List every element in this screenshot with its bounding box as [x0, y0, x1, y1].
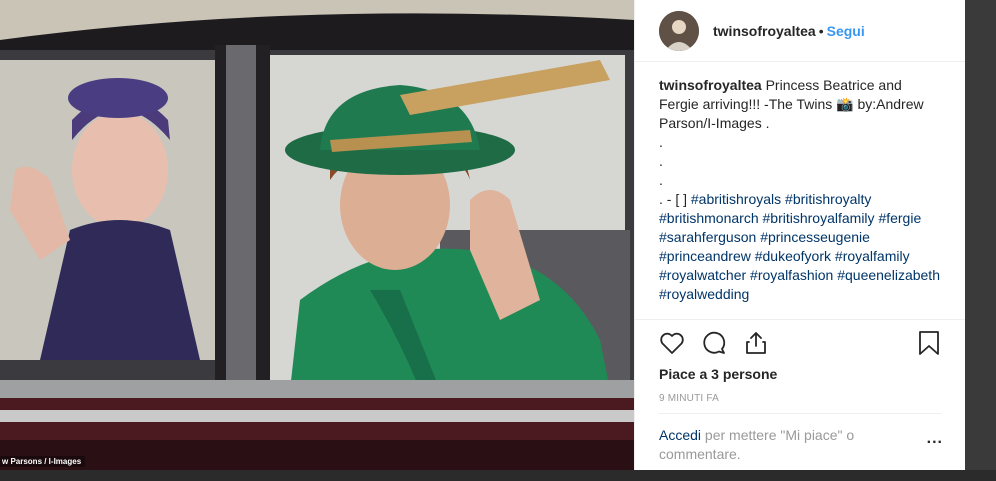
- caption-prefix: . - [ ]: [659, 191, 691, 207]
- hashtag[interactable]: #fergie: [878, 210, 921, 226]
- caption-dot-line: .: [659, 134, 663, 150]
- hashtag[interactable]: #queenelizabeth: [837, 267, 940, 283]
- hashtag[interactable]: #britishroyalty: [785, 191, 871, 207]
- header-text: twinsofroyaltea • Segui: [713, 23, 865, 39]
- post-caption: twinsofroyaltea Princess Beatrice and Fe…: [635, 62, 965, 320]
- header-username[interactable]: twinsofroyaltea: [713, 23, 816, 39]
- post-timestamp: 9 MINUTI FA: [659, 393, 719, 404]
- caption-dot-line: .: [659, 172, 663, 188]
- caption-username[interactable]: twinsofroyaltea: [659, 77, 762, 93]
- hashtag[interactable]: #princeandrew: [659, 248, 751, 264]
- photo-credit: w Parsons / I-Images: [0, 456, 86, 467]
- hashtag[interactable]: #princesseugenie: [760, 229, 870, 245]
- action-bar: [659, 330, 941, 360]
- header-separator: •: [818, 22, 824, 39]
- login-prompt: Accedi per mettere "Mi piace" o commenta…: [659, 426, 899, 464]
- hashtag[interactable]: #royalwedding: [659, 286, 749, 302]
- heart-icon[interactable]: [659, 330, 685, 361]
- bottom-strip: [0, 470, 996, 481]
- avatar[interactable]: [659, 10, 699, 51]
- hashtag[interactable]: #dukeofyork: [755, 248, 831, 264]
- post-photo[interactable]: w Parsons / I-Images: [0, 0, 634, 470]
- bookmark-icon[interactable]: [917, 330, 941, 361]
- car-window-image: [0, 0, 634, 470]
- post-header: twinsofroyaltea • Segui: [635, 0, 965, 62]
- hashtag[interactable]: #britishmonarch: [659, 210, 759, 226]
- caption-hashtags: . - [ ] #abritishroyals #britishroyalty …: [659, 190, 941, 304]
- hashtag[interactable]: #sarahferguson: [659, 229, 756, 245]
- likes-count[interactable]: Piace a 3 persone: [659, 366, 777, 382]
- hashtag[interactable]: #royalfamily: [835, 248, 910, 264]
- caption-dot-line: .: [659, 153, 663, 169]
- login-link[interactable]: Accedi: [659, 427, 701, 443]
- comment-icon[interactable]: [701, 330, 727, 361]
- more-options-icon[interactable]: ...: [927, 430, 943, 448]
- hashtag[interactable]: #royalwatcher: [659, 267, 746, 283]
- hashtag[interactable]: #abritishroyals: [691, 191, 781, 207]
- divider: [659, 413, 941, 414]
- hashtag[interactable]: #britishroyalfamily: [763, 210, 875, 226]
- share-icon[interactable]: [743, 330, 769, 361]
- hashtag[interactable]: #royalfashion: [750, 267, 833, 283]
- follow-button[interactable]: Segui: [827, 23, 865, 39]
- window-gutter: [965, 0, 996, 470]
- post-details-panel: twinsofroyaltea • Segui twinsofroyaltea Pr…: [634, 0, 965, 470]
